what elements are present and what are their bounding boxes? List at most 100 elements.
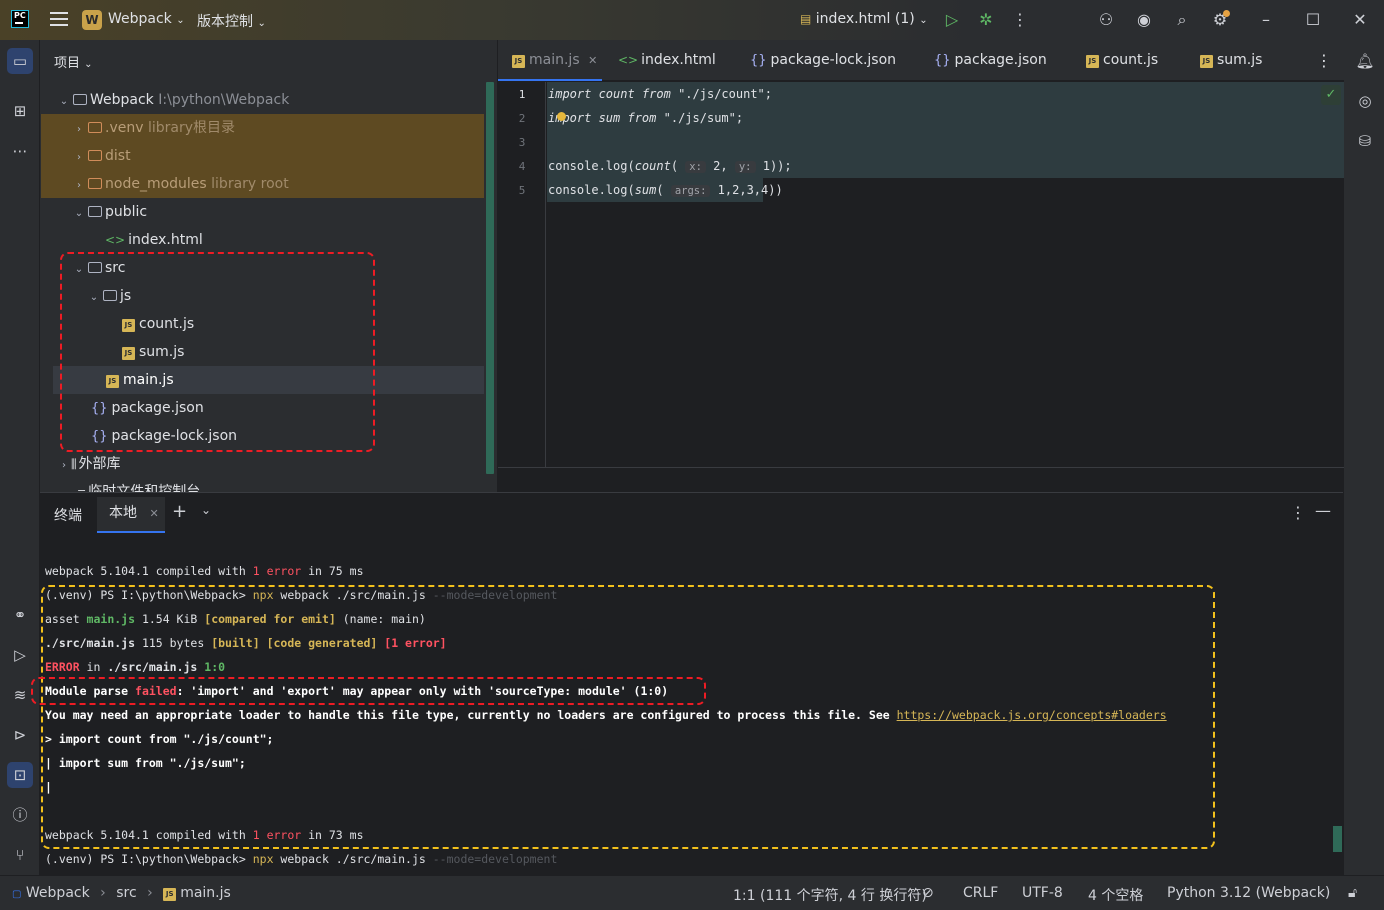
notifications-bell-icon[interactable]: 🔔︎ (1354, 50, 1376, 72)
close-icon[interactable]: ✕ (1350, 10, 1370, 30)
structure-icon[interactable]: ⊞ (7, 98, 33, 124)
tree-item-public[interactable]: ⌄ public (41, 198, 484, 226)
python-interpreter[interactable]: Python 3.12 (Webpack) (1167, 885, 1330, 901)
tree-item-external-libraries[interactable]: › ⫼ 外部库 (41, 450, 484, 478)
collapse-arrow-icon[interactable]: › (72, 116, 86, 144)
folder-icon (73, 94, 87, 105)
terminal-dropdown-icon[interactable]: ⌄ (201, 503, 211, 517)
project-badge[interactable]: W (82, 10, 102, 30)
collapse-arrow-icon[interactable]: › (72, 172, 86, 200)
tree-item-node-modules[interactable]: › node_modules library root (41, 170, 484, 198)
git-branch-icon[interactable]: ⑂ (7, 842, 33, 868)
tree-item-scratches[interactable]: ≡临时文件和控制台 (41, 478, 484, 492)
close-tab-icon[interactable]: ✕ (588, 54, 597, 67)
project-switcher[interactable]: Webpack ⌄ (108, 11, 185, 27)
tree-item-venv[interactable]: › .venv library根目录 (41, 114, 484, 142)
vcs-menu[interactable]: 版本控制 ⌄ (197, 11, 266, 31)
term-command: npx (252, 852, 274, 866)
project-folder-icon[interactable]: ▭ (7, 48, 33, 74)
project-view-selector[interactable]: 项目 ⌄ (54, 52, 93, 71)
js-file-icon: JS (163, 888, 177, 901)
root-name: Webpack (90, 92, 154, 108)
caret-position[interactable]: 1:1 (111 个字符, 4 行 换行符) (733, 885, 927, 905)
js-file-icon: JS (1200, 55, 1213, 68)
expand-arrow-icon[interactable]: ⌄ (72, 200, 86, 228)
indent-setting[interactable]: 4 个空格 (1088, 885, 1143, 905)
hide-panel-icon[interactable]: — (1315, 501, 1331, 520)
tab-package-json[interactable]: {} package.json (934, 40, 1047, 81)
terminal-icon[interactable]: ⊡ (7, 762, 33, 788)
run-tool-icon[interactable]: ▷ (7, 642, 33, 668)
js-file-icon: JS (512, 55, 525, 68)
close-tab-icon[interactable]: ✕ (149, 507, 158, 520)
problems-icon[interactable]: ⓘ (7, 802, 33, 828)
tab-label: sum.js (1217, 52, 1263, 68)
module-icon: ▢ (12, 889, 22, 900)
code-line-4[interactable]: console.log(count( x: 2, y: 1)); (548, 159, 792, 173)
collapse-arrow-icon[interactable]: › (72, 144, 86, 172)
services-icon[interactable]: ⊳ (7, 722, 33, 748)
ai-assistant-icon[interactable]: ◉ (1134, 10, 1154, 30)
intention-bulb-icon[interactable] (557, 112, 566, 121)
tree-item-dist[interactable]: › dist (41, 142, 484, 170)
terminal-options-icon[interactable]: ⋮ (1290, 503, 1306, 522)
code-text: console.log( (548, 183, 635, 197)
main-menu-icon[interactable] (50, 12, 68, 26)
file-encoding[interactable]: UTF-8 (1022, 885, 1063, 901)
code-text: ( (656, 183, 671, 197)
collapse-arrow-icon[interactable]: › (57, 452, 71, 480)
inspection-ok-icon[interactable]: ✓ (1321, 85, 1341, 105)
code-function: count (634, 159, 671, 173)
layers-icon[interactable]: ≋ (7, 682, 33, 708)
tab-count-js[interactable]: JS count.js (1086, 40, 1158, 81)
breadcrumb: ▢ Webpack › src › JS main.js (12, 885, 231, 901)
tab-label: package-lock.json (770, 52, 897, 68)
breadcrumb-file[interactable]: main.js (180, 885, 231, 901)
js-file-icon: JS (1086, 55, 1099, 68)
chevron-down-icon: ⌄ (257, 18, 266, 29)
ai-chat-icon[interactable]: ◎ (1354, 90, 1376, 112)
term-error-count: 1 error (252, 564, 302, 578)
more-actions-icon[interactable]: ⋮ (1010, 10, 1030, 30)
minimize-icon[interactable]: – (1256, 10, 1276, 30)
run-config-label: index.html (1) (815, 11, 915, 27)
database-icon[interactable]: ⛁ (1354, 130, 1376, 152)
project-scrollbar[interactable] (486, 82, 494, 474)
tab-sum-js[interactable]: JS sum.js (1200, 40, 1262, 81)
python-packages-icon[interactable]: ⚭ (7, 602, 33, 628)
search-icon[interactable]: ⌕ (1172, 10, 1192, 30)
title-bar: PC W Webpack ⌄ 版本控制 ⌄ ▤ index.html (1) ⌄… (0, 0, 1384, 40)
code-line-1[interactable]: import count from "./js/count"; (548, 87, 772, 101)
code-text: 1,2,3,4)) (710, 183, 783, 197)
tab-main-js[interactable]: JS main.js ✕ (498, 40, 602, 81)
add-user-icon[interactable]: ⚇ (1096, 10, 1116, 30)
no-highlighting-icon[interactable]: ⊘ (922, 885, 934, 901)
code-keyword: from (627, 111, 657, 125)
run-icon[interactable]: ▷ (942, 10, 962, 30)
read-only-lock-icon[interactable]: 🔓︎ (1348, 885, 1357, 901)
breadcrumb-project[interactable]: Webpack (26, 885, 90, 901)
expand-arrow-icon[interactable]: ⌄ (57, 88, 71, 116)
root-path: I:\python\Webpack (158, 92, 290, 108)
tab-label: package.json (954, 52, 1047, 68)
tree-root[interactable]: ⌄ Webpack I:\python\Webpack (41, 86, 484, 114)
parameter-hint: y: (734, 161, 756, 173)
tab-package-lock-json[interactable]: {} package-lock.json (750, 40, 896, 81)
tree-item-index-html[interactable]: <> index.html (41, 226, 484, 254)
tab-index-html[interactable]: <> index.html (618, 40, 716, 81)
js-file-icon: ▤ (800, 12, 812, 26)
parameter-hint: x: (685, 161, 706, 173)
terminal-scrollbar[interactable] (1333, 826, 1342, 852)
tabs-more-icon[interactable]: ⋮ (1316, 40, 1332, 81)
maximize-icon[interactable]: ☐ (1303, 10, 1323, 30)
debug-icon[interactable]: ✲ (976, 10, 996, 30)
new-terminal-icon[interactable]: + (172, 501, 187, 522)
code-line-2[interactable]: import sum from "./js/sum"; (548, 111, 743, 125)
line-separator[interactable]: CRLF (963, 885, 998, 901)
run-configuration-selector[interactable]: ▤ index.html (1) ⌄ (800, 11, 928, 27)
more-tools-icon[interactable]: ⋯ (7, 138, 33, 164)
code-line-5[interactable]: console.log(sum( args: 1,2,3,4)) (548, 183, 783, 197)
tab-local-terminal[interactable]: 本地 ✕ (97, 497, 165, 533)
breadcrumb-src[interactable]: src (116, 885, 136, 901)
json-file-icon: {} (934, 53, 951, 68)
